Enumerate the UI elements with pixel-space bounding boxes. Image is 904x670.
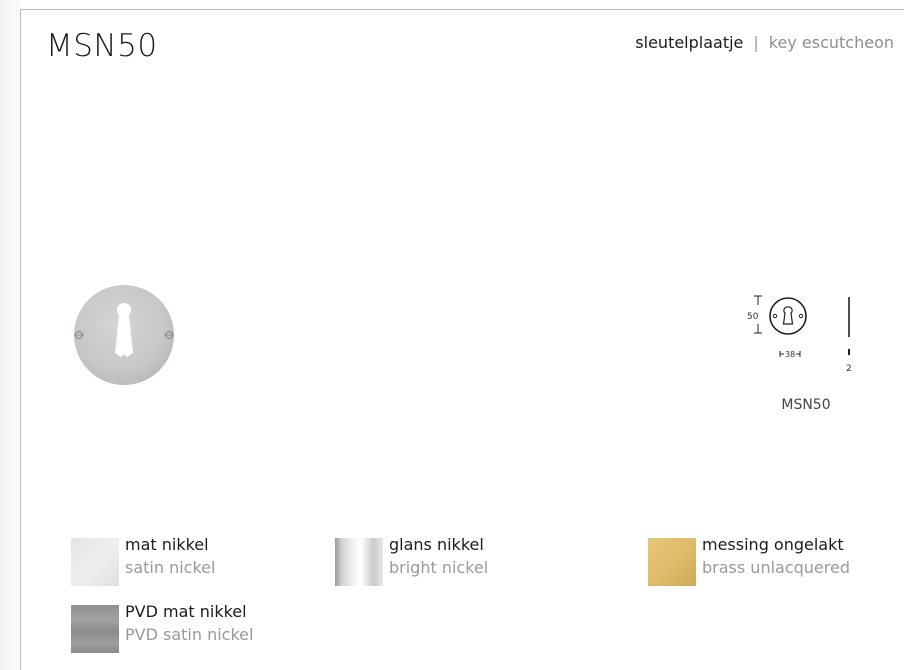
product-type: sleutelplaatje | key escutcheon: [635, 33, 894, 52]
finish-name-en: bright nickel: [389, 558, 489, 577]
page-edge: [0, 0, 20, 670]
thickness-dimension: 2: [846, 364, 852, 374]
drawing-caption: MSN50: [781, 397, 831, 413]
finish-name-nl: glans nikkel: [389, 535, 484, 554]
width-dimension: 38: [785, 350, 795, 359]
type-separator: |: [753, 33, 759, 52]
pvd-satin-nickel-swatch: [71, 605, 119, 653]
finish-name-en: brass unlacquered: [702, 558, 850, 577]
height-dimension: 50: [747, 312, 759, 322]
bright-nickel-swatch: [335, 538, 383, 586]
escutcheon-photo: [74, 285, 174, 385]
brass-unlacquered-swatch: [648, 538, 696, 586]
satin-nickel-swatch: [71, 538, 119, 586]
finish-name-nl: mat nikkel: [125, 535, 209, 554]
product-code-title: MSN50: [46, 28, 158, 64]
technical-drawing: 50 38 2: [747, 295, 852, 374]
finish-name-en: PVD satin nickel: [125, 625, 254, 644]
finish-name-nl: messing ongelakt: [702, 535, 844, 554]
product-type-nl: sleutelplaatje: [635, 33, 744, 52]
product-type-en: key escutcheon: [768, 33, 894, 52]
finish-name-nl: PVD mat nikkel: [125, 602, 247, 621]
finish-name-en: satin nickel: [125, 558, 216, 577]
